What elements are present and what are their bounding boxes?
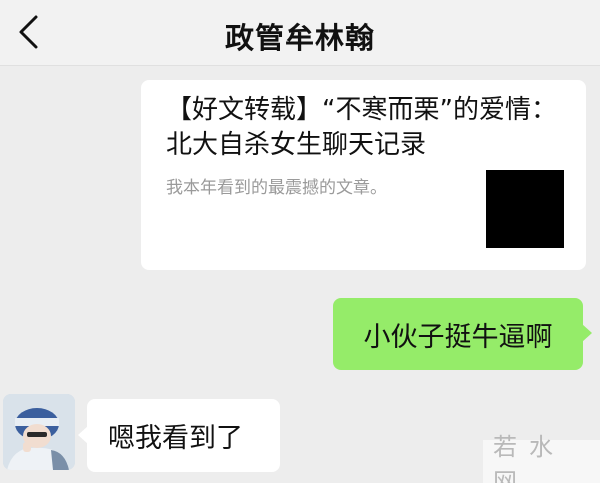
watermark-text: 若水网 bbox=[493, 432, 565, 483]
shared-article-card[interactable]: 【好文转载】“不寒而栗”的爱情：北大自杀女生聊天记录 我本年看到的最震撼的文章。 bbox=[141, 80, 586, 270]
outgoing-message-bubble[interactable]: 小伙子挺牛逼啊 bbox=[333, 298, 592, 370]
incoming-message-bubble[interactable]: 嗯我看到了 bbox=[78, 399, 280, 472]
incoming-message-text: 嗯我看到了 bbox=[108, 423, 243, 454]
watermark: 若水网 bbox=[483, 433, 600, 483]
avatar-image bbox=[3, 394, 75, 470]
contact-avatar[interactable] bbox=[3, 394, 75, 470]
article-thumbnail bbox=[486, 170, 564, 248]
chat-header: 政管牟林翰 bbox=[0, 0, 600, 66]
outgoing-message-text: 小伙子挺牛逼啊 bbox=[363, 321, 553, 353]
chat-title: 政管牟林翰 bbox=[224, 21, 375, 55]
article-description: 我本年看到的最震撼的文章。 bbox=[166, 178, 387, 198]
article-title: 【好文转载】“不寒而栗”的爱情：北大自杀女生聊天记录 bbox=[166, 95, 557, 160]
